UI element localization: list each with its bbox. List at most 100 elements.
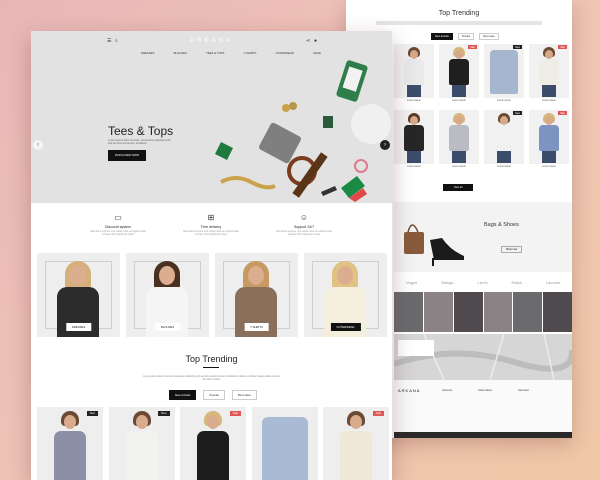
back-product-card[interactable]: Sale Lorem ipsum [439,44,479,104]
tab-popular[interactable]: Popular [203,390,226,400]
footer-copyright-bar [394,432,572,438]
model-head [248,266,264,285]
product-card[interactable]: New [37,407,103,480]
product-card[interactable]: New [108,407,175,480]
model-head [64,415,76,429]
product-caption: Lorem ipsum [452,99,466,102]
product-image[interactable]: New [484,110,524,164]
product-badge: New [86,411,98,416]
bags-shoes-button[interactable]: Shop now [501,246,523,253]
store-map[interactable] [394,334,572,380]
back-tab-new-arrivals[interactable]: New arrivals [431,33,453,40]
nav-item[interactable]: TEES & TOPS [206,51,224,55]
back-footer: ARKANA Account Information Services [394,380,572,438]
product-badge: New [158,411,170,416]
gallery-photo[interactable] [513,292,543,332]
garment [340,431,372,480]
back-product-card[interactable]: Sale Lorem ipsum [529,44,569,104]
nav-item[interactable]: BLOUSES [174,51,187,55]
garment [449,125,469,151]
model-head [545,116,553,125]
back-tab-popular[interactable]: Popular [457,33,475,40]
back-view-all-button[interactable]: View all [443,184,473,191]
site-logo[interactable]: ARKANA [31,38,392,44]
front-page-preview: ☰ ⌕ ARKANA ⋖ ● DRESSES BLOUSES TEES & TO… [31,31,392,480]
gallery-photo[interactable] [394,292,423,332]
product-caption: Lorem ipsum [542,99,556,102]
nav-item[interactable]: SHOE [313,51,321,55]
category-label[interactable]: BLOUSES [154,323,181,331]
product-caption: Lorem ipsum [452,165,466,168]
trending-tabs: New arrivals Popular Best sales [169,390,257,400]
hero-description: Lorem ipsum dolor sit amet, consectetur … [108,139,172,146]
features-row: ▭ Discount system Nam libero tempore cum… [86,213,336,237]
model-head [207,415,219,429]
category-card[interactable]: BLOUSES [126,253,209,337]
nav-item[interactable]: OUTERWEAR [276,51,294,55]
category-label[interactable]: T-SHIRTS [244,323,269,331]
back-product-card[interactable]: Lorem ipsum [439,110,479,170]
tab-new-arrivals[interactable]: New arrivals [169,390,197,400]
gallery-photo[interactable] [483,292,513,332]
chevron-right-icon[interactable]: › [380,140,390,150]
brand-logo[interactable]: Levi's [477,280,487,285]
category-card[interactable]: DRESSES [37,253,120,337]
feature-description: Nam libero tempore cum soluta nobis est … [276,231,332,236]
back-section-title: Top Trending [438,10,480,17]
feature-title: Discount system [105,225,131,229]
brand-logo[interactable]: Lacoste [546,280,560,285]
product-image[interactable] [394,110,434,164]
instagram-gallery [394,292,572,332]
back-product-card[interactable]: Sale Lorem ipsum [529,110,569,170]
product-image[interactable]: Sale [529,44,569,98]
category-label[interactable]: OUTERWEAR [330,323,361,331]
discover-now-button[interactable]: DISCOVER NOW [108,150,146,161]
product-card[interactable]: Sale [323,407,389,480]
nav-item[interactable]: T-SHIRTS [244,51,257,55]
back-section-subtitle-bar [376,21,542,25]
model-head [410,50,418,59]
feature-title: Free delivery [200,225,222,229]
feature-delivery: ⊞ Free delivery Nam libero tempore cum s… [179,213,243,237]
model-legs [542,84,556,97]
feature-title: Support 24/7 [293,225,315,229]
category-label[interactable]: DRESSES [65,323,92,331]
product-image[interactable] [439,110,479,164]
model-head [500,116,508,125]
gallery-photo[interactable] [453,292,483,332]
model-head [135,415,148,429]
share-icon[interactable]: ⋖ [306,38,310,44]
product-image[interactable]: Sale [439,44,479,98]
chevron-left-icon[interactable]: ‹ [33,140,43,150]
model-legs [407,150,421,163]
product-image[interactable]: New [484,44,524,98]
brand-logo[interactable]: Vogue [406,280,417,285]
category-card[interactable]: OUTERWEAR [304,253,387,337]
hero-title: Tees & Tops [108,124,174,138]
back-product-card[interactable]: Lorem ipsum [394,110,434,170]
nav-item[interactable]: DRESSES [141,51,154,55]
model-head [455,50,463,59]
back-tab-best-sales[interactable]: Best sales [479,33,499,40]
product-image[interactable]: Sale [529,110,569,164]
footer-logo[interactable]: ARKANA [398,388,420,393]
back-product-card[interactable]: New Lorem ipsum [484,44,524,104]
product-card[interactable] [251,407,318,480]
chat-icon[interactable]: ● [314,38,317,44]
category-card[interactable]: T-SHIRTS [215,253,298,337]
product-image[interactable] [394,44,434,98]
product-caption: Lorem ipsum [407,165,421,168]
back-product-card[interactable]: Lorem ipsum [394,44,434,104]
product-card[interactable]: Sale [180,407,246,480]
gallery-photo[interactable] [423,292,453,332]
brand-logo[interactable]: Mango [441,280,453,285]
bags-shoes-banner: Bags & Shoes Shop now [394,202,572,272]
garment [197,431,229,480]
hero-slider: Tees & Tops Lorem ipsum dolor sit amet, … [31,56,392,203]
model-head [455,116,463,125]
back-product-card[interactable]: New Lorem ipsum [484,110,524,170]
tab-best-sales[interactable]: Best sales [232,390,257,400]
brand-logo[interactable]: Ralph [512,280,522,285]
product-badge: Sale [468,45,477,49]
gallery-photo[interactable] [543,292,572,332]
